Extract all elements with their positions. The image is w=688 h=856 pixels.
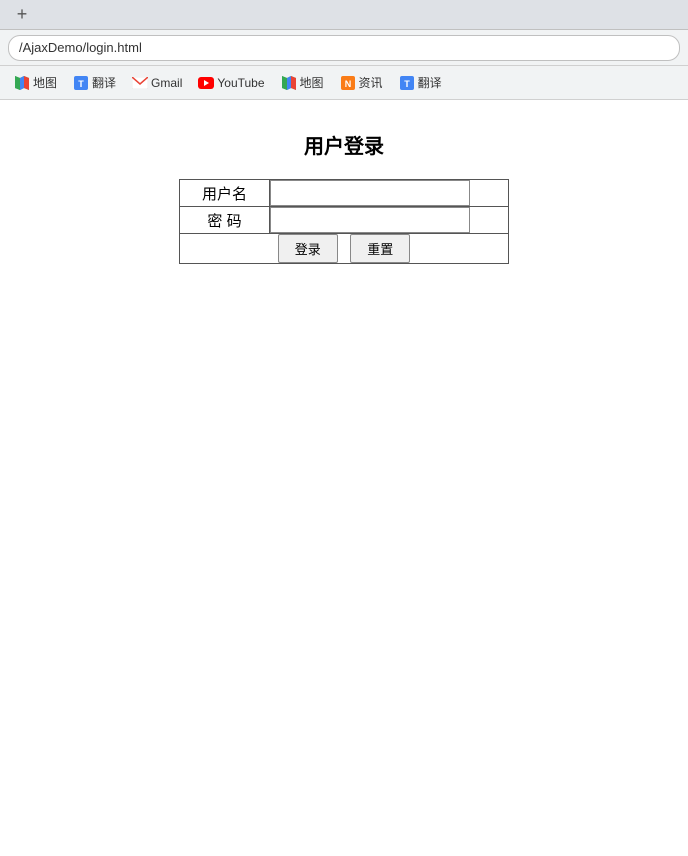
maps-icon2 [281, 75, 297, 91]
bookmark-translate1-label: 翻译 [92, 74, 116, 91]
news-icon: N [340, 75, 356, 91]
password-input[interactable] [270, 207, 470, 233]
button-cell: 登录 重置 [180, 234, 509, 264]
bookmark-youtube[interactable]: YouTube [192, 72, 270, 94]
bookmark-maps2[interactable]: 地图 [275, 71, 330, 94]
bookmark-news-label: 资讯 [359, 74, 383, 91]
bookmark-maps1[interactable]: 地图 [8, 71, 63, 94]
bookmark-translate2[interactable]: T 翻译 [393, 71, 448, 94]
bookmark-gmail-label: Gmail [151, 76, 182, 90]
bookmark-news[interactable]: N 资讯 [334, 71, 389, 94]
button-row: 登录 重置 [180, 234, 509, 264]
tab-bar: + [0, 0, 688, 30]
translate-icon1: T [73, 75, 89, 91]
bookmark-translate2-label: 翻译 [418, 74, 442, 91]
page-title: 用户登录 [304, 130, 384, 159]
bookmark-translate1[interactable]: T 翻译 [67, 71, 122, 94]
bookmark-maps2-label: 地图 [300, 74, 324, 91]
maps-icon [14, 75, 30, 91]
password-input-cell [270, 207, 509, 234]
reset-button[interactable]: 重置 [350, 234, 410, 263]
username-row: 用户名 [180, 180, 509, 207]
bookmark-maps1-label: 地图 [33, 74, 57, 91]
youtube-icon [198, 75, 214, 91]
new-tab-button[interactable]: + [8, 3, 36, 27]
browser-toolbar: /AjaxDemo/login.html [0, 30, 688, 66]
translate-icon2: T [399, 75, 415, 91]
address-bar-text: /AjaxDemo/login.html [19, 40, 142, 55]
bookmark-youtube-label: YouTube [217, 76, 264, 90]
gmail-icon [132, 75, 148, 91]
address-bar[interactable]: /AjaxDemo/login.html [8, 35, 680, 61]
bookmark-gmail[interactable]: Gmail [126, 72, 188, 94]
username-input[interactable] [270, 180, 470, 206]
login-form-table: 用户名 密 码 登录 重置 [179, 179, 509, 264]
svg-text:T: T [78, 79, 84, 89]
page-content: 用户登录 用户名 密 码 登录 重置 [0, 100, 688, 800]
bookmarks-bar: 地图 T 翻译 Gmail YouTube [0, 66, 688, 100]
svg-text:N: N [344, 79, 351, 89]
login-button[interactable]: 登录 [278, 234, 338, 263]
password-row: 密 码 [180, 207, 509, 234]
svg-text:T: T [404, 79, 410, 89]
username-input-cell [270, 180, 509, 207]
username-label: 用户名 [180, 180, 270, 207]
password-label: 密 码 [180, 207, 270, 234]
